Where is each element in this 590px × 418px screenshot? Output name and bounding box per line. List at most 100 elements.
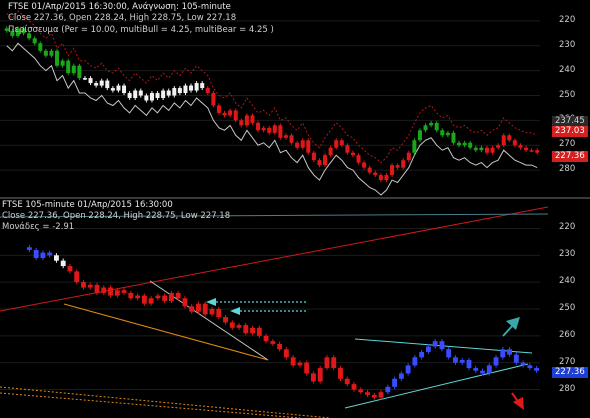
candle-body[interactable] xyxy=(297,362,303,366)
candle-body[interactable] xyxy=(88,78,93,84)
price-chart-bottom[interactable] xyxy=(0,199,590,418)
candle-body[interactable] xyxy=(133,90,138,98)
candle-body[interactable] xyxy=(295,142,300,148)
candle-body[interactable] xyxy=(480,370,485,374)
candle-body[interactable] xyxy=(200,83,205,89)
candle-body[interactable] xyxy=(148,298,154,304)
candle-body[interactable] xyxy=(33,249,39,258)
candle-body[interactable] xyxy=(371,394,377,398)
candle-body[interactable] xyxy=(110,88,115,91)
candle-body[interactable] xyxy=(155,295,161,299)
candle-body[interactable] xyxy=(209,309,215,315)
candle-body[interactable] xyxy=(40,252,46,258)
candle-body[interactable] xyxy=(77,65,82,79)
candle-body[interactable] xyxy=(345,145,350,153)
candle-body[interactable] xyxy=(417,130,422,141)
candle-body[interactable] xyxy=(412,357,418,366)
candle-body[interactable] xyxy=(446,349,452,358)
candle-body[interactable] xyxy=(306,140,311,153)
candle-body[interactable] xyxy=(529,150,534,152)
candle-body[interactable] xyxy=(172,88,177,96)
candle-body[interactable] xyxy=(300,140,305,148)
candle-body[interactable] xyxy=(122,85,127,94)
candle-body[interactable] xyxy=(520,362,526,366)
candle-body[interactable] xyxy=(440,130,445,136)
candle-body[interactable] xyxy=(338,368,343,379)
price-tag[interactable]: 237.03 xyxy=(552,126,588,137)
candle-body[interactable] xyxy=(310,373,316,382)
candle-body[interactable] xyxy=(434,122,439,131)
candle-body[interactable] xyxy=(317,368,323,382)
candle-body[interactable] xyxy=(116,85,121,91)
trendline-orange-dotted-2[interactable] xyxy=(0,392,301,418)
candle-body[interactable] xyxy=(168,292,174,301)
candle-body[interactable] xyxy=(202,303,208,315)
candle-body[interactable] xyxy=(222,112,227,116)
candle-body[interactable] xyxy=(135,295,141,299)
candle-body[interactable] xyxy=(121,290,127,293)
candle-body[interactable] xyxy=(82,78,87,80)
candle-body[interactable] xyxy=(60,260,66,267)
candle-body[interactable] xyxy=(161,90,166,98)
candle-body[interactable] xyxy=(105,80,110,89)
candle-body[interactable] xyxy=(114,290,120,296)
candle-body[interactable] xyxy=(484,147,489,153)
candle-body[interactable] xyxy=(277,343,283,350)
candle-body[interactable] xyxy=(196,303,201,312)
candle-body[interactable] xyxy=(524,147,529,151)
candle-body[interactable] xyxy=(358,389,364,393)
candle-body[interactable] xyxy=(94,284,100,293)
price-tag[interactable]: 227.36 xyxy=(552,151,588,162)
candle-body[interactable] xyxy=(466,360,472,369)
breakout-up-arrow[interactable] xyxy=(502,317,520,337)
candle-body[interactable] xyxy=(328,147,333,156)
candle-body[interactable] xyxy=(373,172,378,176)
candle-body[interactable] xyxy=(406,152,411,161)
candle-body[interactable] xyxy=(55,50,60,66)
candle-body[interactable] xyxy=(513,354,519,363)
dotted-arrow-lower[interactable] xyxy=(230,307,306,315)
candle-body[interactable] xyxy=(53,255,59,261)
candle-body[interactable] xyxy=(263,335,269,342)
triangle-lower-line[interactable] xyxy=(344,363,529,409)
candle-body[interactable] xyxy=(401,160,406,168)
candle-body[interactable] xyxy=(38,43,43,51)
candle-body[interactable] xyxy=(432,341,438,347)
candle-body[interactable] xyxy=(47,252,53,256)
candle-body[interactable] xyxy=(149,93,154,101)
candle-body[interactable] xyxy=(412,140,417,153)
candle-body[interactable] xyxy=(290,357,296,366)
candle-body[interactable] xyxy=(228,110,233,116)
candle-body[interactable] xyxy=(205,88,210,94)
candle-body[interactable] xyxy=(250,115,255,123)
candle-body[interactable] xyxy=(501,135,506,146)
candle-body[interactable] xyxy=(256,327,262,336)
candle-body[interactable] xyxy=(94,83,99,86)
candle-body[interactable] xyxy=(32,38,37,44)
candle-body[interactable] xyxy=(141,295,147,304)
candle-body[interactable] xyxy=(49,50,54,56)
candle-body[interactable] xyxy=(177,88,182,94)
candle-body[interactable] xyxy=(367,167,372,173)
candle-body[interactable] xyxy=(60,60,65,66)
candle-body[interactable] xyxy=(243,325,249,334)
candle-body[interactable] xyxy=(155,93,160,98)
candle-body[interactable] xyxy=(365,392,370,395)
candle-body[interactable] xyxy=(101,287,107,293)
candle-body[interactable] xyxy=(459,360,465,363)
candle-body[interactable] xyxy=(496,145,501,148)
candle-body[interactable] xyxy=(356,155,361,163)
candle-body[interactable] xyxy=(334,140,339,148)
candle-body[interactable] xyxy=(289,135,294,143)
candle-body[interactable] xyxy=(378,392,384,398)
candle-body[interactable] xyxy=(473,147,478,151)
candle-body[interactable] xyxy=(144,95,149,101)
candle-body[interactable] xyxy=(278,125,283,138)
candle-body[interactable] xyxy=(166,90,171,96)
candle-body[interactable] xyxy=(261,127,266,131)
candle-body[interactable] xyxy=(479,147,484,151)
candle-body[interactable] xyxy=(350,152,355,156)
candle-body[interactable] xyxy=(344,378,350,385)
candle-body[interactable] xyxy=(175,292,181,299)
candle-body[interactable] xyxy=(439,341,445,350)
